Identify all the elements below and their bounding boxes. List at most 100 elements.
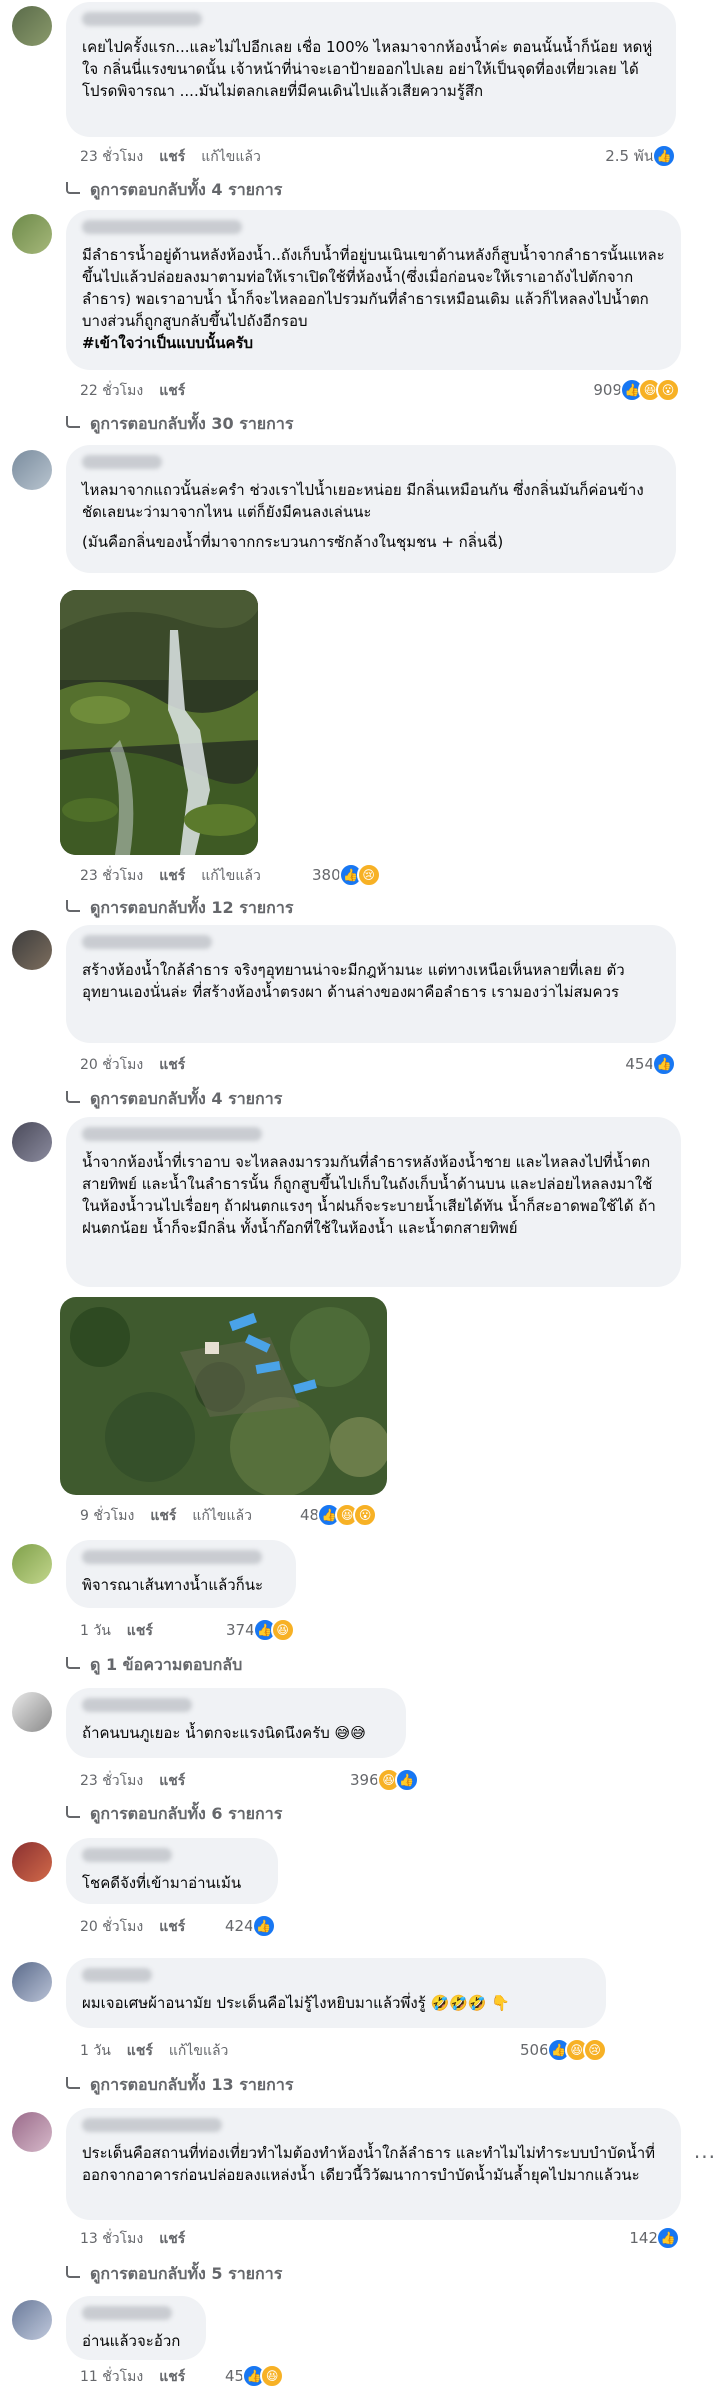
avatar[interactable] [12,1962,52,2002]
reply-button[interactable]: แชร์ [150,1505,176,1527]
author-name-blurred[interactable] [82,455,162,469]
reply-button[interactable]: แชร์ [159,2228,185,2250]
reply-button[interactable]: แชร์ [159,1054,185,1076]
reply-button[interactable]: แชร์ [159,1916,185,1938]
reaction-count: 909 [593,381,622,399]
reply-button[interactable]: แชร์ [159,146,185,168]
comment-text: ไหลมาจากแถวนั้นล่ะครำ ช่วงเราไปน้ำเยอะหน… [82,481,644,521]
reactions[interactable]: 48 👍 😆 😮 [300,1503,378,1527]
reply-arrow-icon [66,2076,80,2089]
timestamp[interactable]: 1 วัน [80,2040,111,2062]
author-name-blurred[interactable] [82,1127,262,1141]
comment-text: ถ้าคนบนภูเยอะ น้ำตกจะแรงนิดนึงครับ 😅😅 [82,1724,366,1742]
author-name-blurred[interactable] [82,1550,262,1564]
reaction-count: 374 [226,1621,255,1639]
view-replies-link[interactable]: ดูการตอบกลับทั้ง 12 รายการ [66,896,293,921]
comment-text: เคยไปครั้งแรก...และไม่ไปอีกเลย เชื่อ 100… [82,38,653,100]
comment-text: อ่านแล้วจะอ้วก [82,2332,181,2350]
reactions[interactable]: 45 👍 😆 [225,2364,285,2388]
sad-icon: 😢 [356,863,381,887]
reaction-count: 424 [225,1917,254,1935]
view-replies-link[interactable]: ดูการตอบกลับทั้ง 13 รายการ [66,2073,293,2098]
avatar[interactable] [12,1122,52,1162]
author-name-blurred[interactable] [82,1698,192,1712]
view-replies-link[interactable]: ดูการตอบกลับทั้ง 4 รายการ [66,1087,282,1112]
reply-button[interactable]: แชร์ [127,1620,153,1642]
reply-button[interactable]: แชร์ [159,380,185,402]
comment-bubble: อ่านแล้วจะอ้วก [66,2296,206,2360]
view-replies-link[interactable]: ดูการตอบกลับทั้ง 30 รายการ [66,412,293,437]
reactions[interactable]: 374 👍 😆 [226,1618,295,1642]
reactions[interactable]: 396 😆 👍 [350,1768,419,1792]
reactions[interactable]: 380 👍 😢 [312,863,381,887]
reactions[interactable]: 454 👍 [625,1052,676,1076]
timestamp[interactable]: 20 ชั่วโมง [80,1916,143,1938]
author-name-blurred[interactable] [82,935,212,949]
author-name-blurred[interactable] [82,12,202,26]
hashtag-link[interactable]: #เข้าใจว่าเป็นแบบนั้นครับ [82,334,253,352]
timestamp[interactable]: 1 วัน [80,1620,111,1642]
comment-photo-waterfall[interactable] [60,590,258,855]
author-name-blurred[interactable] [82,2306,172,2320]
reply-button[interactable]: แชร์ [159,865,185,887]
reply-button[interactable]: แชร์ [159,1770,185,1792]
comment-text: พิจารณาเส้นทางน้ำแล้วก็นะ [82,1576,264,1594]
avatar[interactable] [12,1842,52,1882]
comment-text: ผมเจอเศษผ้าอนามัย ประเด็นคือไม่รู้ไงหยิบ… [82,1994,510,2012]
comment-text: น้ำจากห้องน้ำที่เราอาบ จะไหลลงมารวมกันที… [82,1153,656,1237]
view-replies-label: ดู 1 ข้อความตอบกลับ [90,1655,243,1674]
author-name-blurred[interactable] [82,1848,172,1862]
comment-meta: 23 ชั่วโมง แชร์ [80,1770,185,1792]
view-replies-link[interactable]: ดูการตอบกลับทั้ง 5 รายการ [66,2262,282,2287]
timestamp[interactable]: 9 ชั่วโมง [80,1505,134,1527]
timestamp[interactable]: 23 ชั่วโมง [80,146,143,168]
comment-text: มีลำธารน้ำอยู่ด้านหลังห้องน้ำ..ถังเก็บน้… [82,244,665,354]
timestamp[interactable]: 13 ชั่วโมง [80,2228,143,2250]
comment-text: ประเด็นคือสถานที่ท่องเที่ยวทำไมต้องทำห้อ… [82,2144,656,2184]
view-replies-link[interactable]: ดู 1 ข้อความตอบกลับ [66,1653,242,1678]
avatar[interactable] [12,6,52,46]
reactions[interactable]: 2.5 พัน 👍 [605,144,676,168]
reply-button[interactable]: แชร์ [127,2040,153,2062]
timestamp[interactable]: 23 ชั่วโมง [80,1770,143,1792]
comment-text-note: (มันคือกลิ่นของน้ำที่มาจากกระบวนการซักล้… [82,533,504,551]
view-replies-label: ดูการตอบกลับทั้ง 13 รายการ [90,2075,294,2094]
reactions[interactable]: 142 👍 [629,2226,680,2250]
reactions[interactable]: 506 👍 😆 😢 [520,2038,607,2062]
timestamp[interactable]: 23 ชั่วโมง [80,865,143,887]
reply-arrow-icon [66,1805,80,1818]
reaction-count: 396 [350,1771,379,1789]
avatar[interactable] [12,2300,52,2340]
reactions[interactable]: 424 👍 [225,1914,276,1938]
avatar[interactable] [12,1544,52,1584]
avatar[interactable] [12,450,52,490]
waterfall-image [60,590,258,855]
comment-meta: 20 ชั่วโมง แชร์ [80,1054,185,1076]
author-name-blurred[interactable] [82,2118,222,2132]
avatar[interactable] [12,214,52,254]
timestamp[interactable]: 22 ชั่วโมง [80,380,143,402]
comment-meta: 23 ชั่วโมง แชร์ แก้ไขแล้ว [80,146,261,168]
view-replies-link[interactable]: ดูการตอบกลับทั้ง 4 รายการ [66,178,282,203]
reaction-count: 142 [629,2229,658,2247]
author-name-blurred[interactable] [82,1968,152,1982]
comment-bubble: โชคดีจังที่เข้ามาอ่านเม้น [66,1838,278,1904]
reactions[interactable]: 909 👍 😆 😮 [593,378,680,402]
comment-bubble: มีลำธารน้ำอยู่ด้านหลังห้องน้ำ..ถังเก็บน้… [66,210,681,370]
avatar[interactable] [12,930,52,970]
comment-meta: 1 วัน แชร์ แก้ไขแล้ว [80,2040,228,2062]
edited-label: แก้ไขแล้ว [201,149,261,165]
comment-bubble: ถ้าคนบนภูเยอะ น้ำตกจะแรงนิดนึงครับ 😅😅 [66,1688,406,1758]
view-replies-link[interactable]: ดูการตอบกลับทั้ง 6 รายการ [66,1802,282,1827]
avatar[interactable] [12,2112,52,2152]
avatar[interactable] [12,1692,52,1732]
more-options-icon[interactable]: ··· [694,2145,716,2169]
view-replies-label: ดูการตอบกลับทั้ง 5 รายการ [90,2264,283,2283]
comment-bubble: สร้างห้องน้ำใกล้ลำธาร จริงๆอุทยานน่าจะมี… [66,925,676,1043]
reply-arrow-icon [66,899,80,912]
comment-photo-map[interactable] [60,1297,387,1495]
author-name-blurred[interactable] [82,220,242,234]
timestamp[interactable]: 20 ชั่วโมง [80,1054,143,1076]
wow-icon: 😮 [353,1503,378,1527]
comment-bubble: น้ำจากห้องน้ำที่เราอาบ จะไหลลงมารวมกันที… [66,1117,681,1287]
